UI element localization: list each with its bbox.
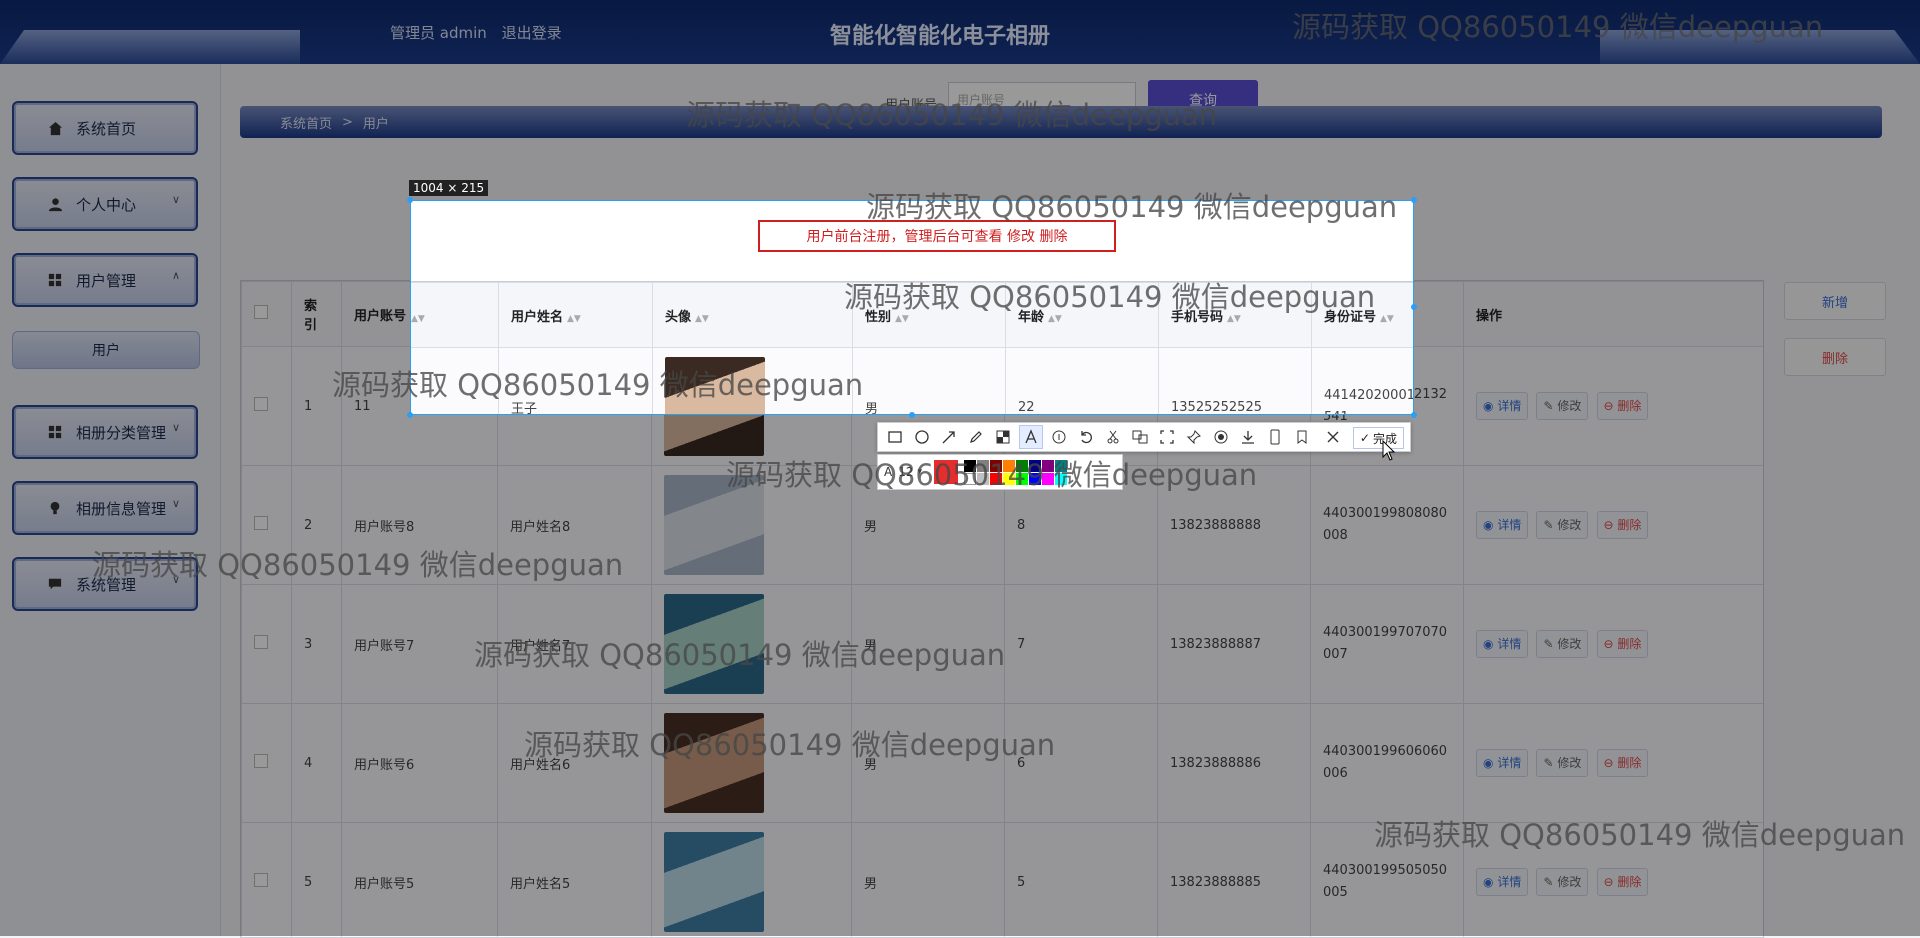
rectangle-icon[interactable]	[884, 426, 906, 448]
arrow-icon[interactable]	[938, 426, 960, 448]
record-icon[interactable]	[1210, 426, 1232, 448]
watermark-text: 源码获取 QQ86050149 微信deepguan	[686, 92, 1217, 134]
selection-copy-column-header-label: 用户姓名	[511, 310, 563, 325]
watermark-text: 源码获取 QQ86050149 微信deepguan	[866, 184, 1397, 226]
close-icon[interactable]	[1322, 426, 1344, 448]
watermark-text: 源码获取 QQ86050149 微信deepguan	[1292, 4, 1823, 46]
selection-size-label: 1004 × 215	[409, 180, 488, 196]
bookmark-icon[interactable]	[1291, 426, 1313, 448]
pin-icon[interactable]	[1183, 426, 1205, 448]
cut-icon[interactable]	[1102, 426, 1124, 448]
selection-copy-sort-icon: ▲▼	[1380, 314, 1394, 324]
mouse-cursor-icon	[1382, 440, 1396, 462]
resize-handle[interactable]	[1411, 412, 1417, 418]
watermark-text: 源码获取 QQ86050149 微信deepguan	[844, 274, 1375, 316]
selection-copy-cell-phone: 13525252525	[1159, 348, 1312, 416]
long-screenshot-icon[interactable]	[1156, 426, 1178, 448]
watermark-text: 源码获取 QQ86050149 微信deepguan	[92, 542, 623, 584]
resize-handle[interactable]	[1411, 304, 1417, 310]
serial-number-icon[interactable]	[1048, 426, 1070, 448]
translate-icon[interactable]	[1129, 426, 1151, 448]
selection-copy-column-header-avatar: 头像 ▲▼	[653, 283, 853, 348]
pencil-icon[interactable]	[965, 426, 987, 448]
watermark-text: 源码获取 QQ86050149 微信deepguan	[1374, 812, 1905, 854]
selection-copy-cell-id-card: 441420200012132541	[1312, 348, 1415, 416]
text-icon[interactable]	[1019, 425, 1043, 449]
check-icon: ✓	[1360, 431, 1370, 445]
resize-handle[interactable]	[407, 412, 413, 418]
watermark-text: 源码获取 QQ86050149 微信deepguan	[474, 632, 1005, 674]
mosaic-icon[interactable]	[992, 426, 1014, 448]
selection-copy-column-header-account: 用户账号▲▼	[410, 283, 499, 348]
resize-handle[interactable]	[909, 412, 915, 418]
watermark-text: 源码获取 QQ86050149 微信deepguan	[332, 362, 863, 404]
selection-copy-column-header-label: 头像	[665, 310, 691, 325]
selection-copy-column-header-name: 用户姓名 ▲▼	[499, 283, 653, 348]
selection-copy-cell-gender: 男	[853, 348, 1006, 416]
ellipse-icon[interactable]	[911, 426, 933, 448]
selection-copy-sort-icon: ▲▼	[567, 314, 581, 324]
annotation-toolbar: ✓ 完成	[877, 422, 1411, 452]
download-icon[interactable]	[1237, 426, 1259, 448]
phone-icon[interactable]	[1264, 426, 1286, 448]
resize-handle[interactable]	[407, 197, 413, 203]
selection-copy-cell-age: 22	[1006, 348, 1159, 416]
done-button[interactable]: ✓ 完成	[1353, 427, 1404, 449]
selection-copy-sort-icon: ▲▼	[411, 314, 425, 324]
selection-copy-sort-icon: ▲▼	[695, 314, 709, 324]
resize-handle[interactable]	[1411, 197, 1417, 203]
watermark-text: 源码获取 QQ86050149 微信deepguan	[726, 452, 1257, 494]
watermark-text: 源码获取 QQ86050149 微信deepguan	[524, 722, 1055, 764]
undo-icon[interactable]	[1075, 426, 1097, 448]
